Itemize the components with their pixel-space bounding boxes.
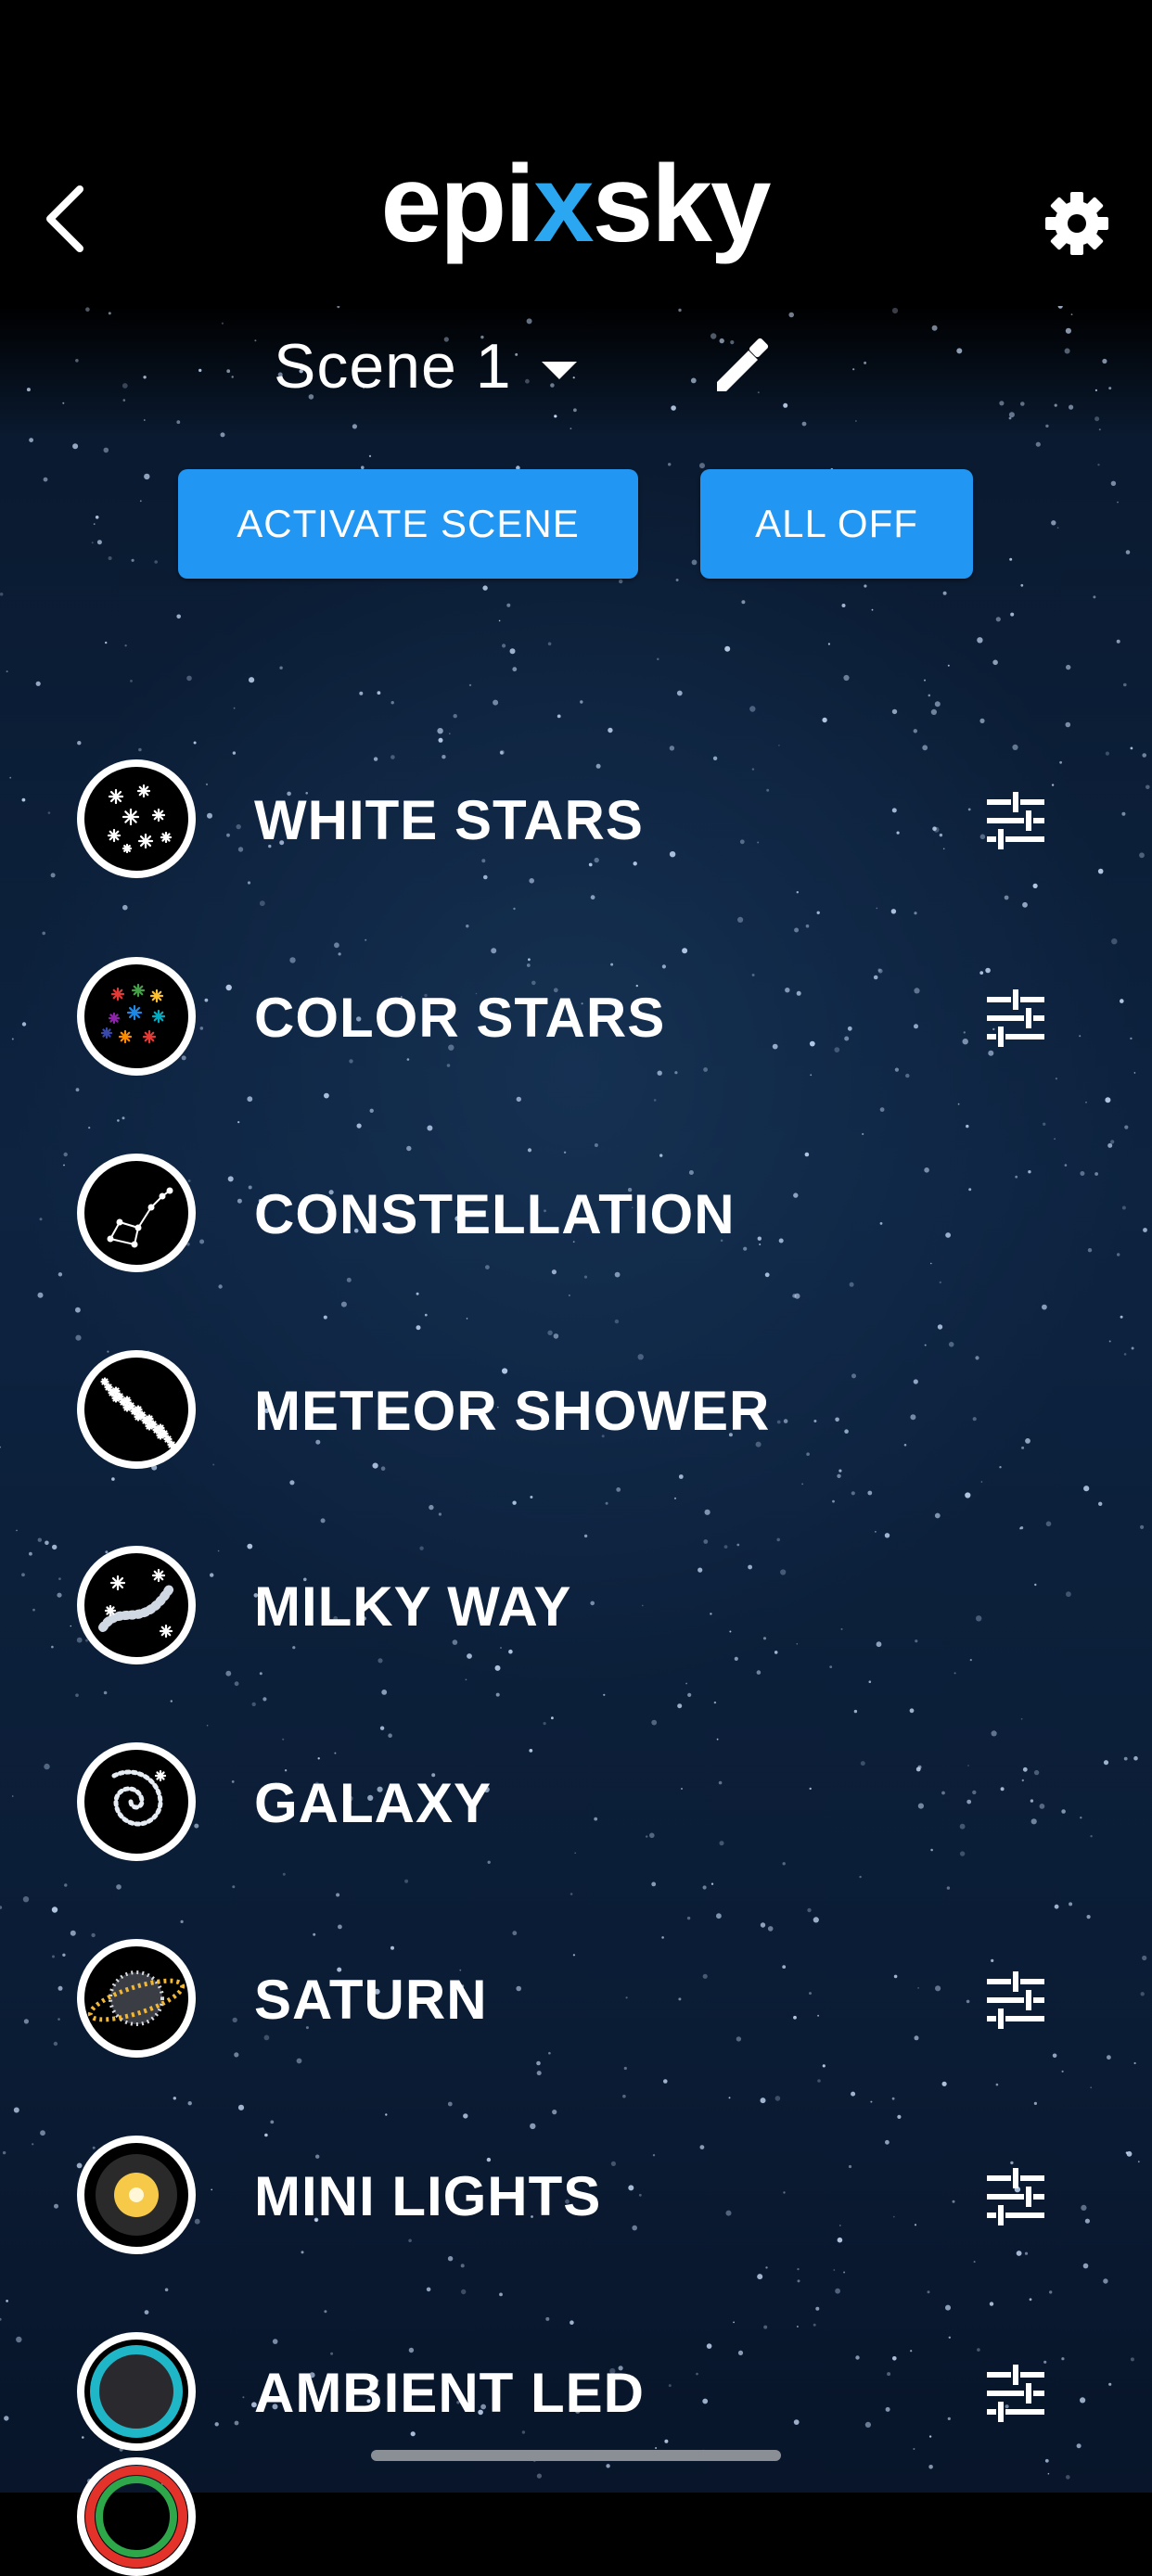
effect-label: WHITE STARS [254,789,644,851]
ambient-led-icon[interactable] [77,2332,196,2451]
galaxy-icon[interactable] [77,1742,196,1861]
constellation-icon[interactable] [77,1154,196,1272]
scene-selector[interactable]: Scene 1 [274,325,577,408]
next-effect-icon [77,2457,196,2576]
logo-accent: x [533,148,594,265]
effect-row-meteor-shower[interactable]: METEOR SHOWER [0,1323,1152,1499]
white-stars-icon[interactable] [77,759,196,878]
effect-label: SATURN [254,1969,488,2031]
sliders-settings-icon[interactable] [985,790,1046,851]
mini-lights-icon[interactable] [77,2136,196,2254]
effect-label: GALAXY [254,1772,493,1834]
effect-label: MINI LIGHTS [254,2165,602,2227]
color-stars-icon[interactable] [77,957,196,1076]
all-off-button[interactable]: ALL OFF [700,469,973,579]
effect-row-saturn[interactable]: SATURN [0,1912,1152,2088]
svg-text:epixsky: epixsky [380,148,770,265]
logo-prefix: epi [380,148,533,265]
effect-row-white-stars[interactable]: WHITE STARS [0,733,1152,909]
effect-row-galaxy[interactable]: GALAXY [0,1715,1152,1892]
effect-label: COLOR STARS [254,987,666,1049]
effect-row-color-stars[interactable]: COLOR STARS [0,930,1152,1106]
gear-icon[interactable] [1043,190,1110,257]
home-indicator [371,2450,781,2461]
sliders-settings-icon[interactable] [985,2166,1046,2227]
sliders-settings-icon[interactable] [985,1970,1046,2031]
pencil-edit-icon[interactable] [710,334,774,399]
effect-label: METEOR SHOWER [254,1380,771,1442]
effect-label: CONSTELLATION [254,1183,736,1245]
effect-row-constellation[interactable]: CONSTELLATION [0,1127,1152,1303]
effect-row-mini-lights[interactable]: MINI LIGHTS [0,2109,1152,2285]
app-header: epixsky [0,0,1152,306]
sliders-settings-icon[interactable] [985,2363,1046,2424]
epixsky-logo: epixsky [380,148,772,265]
sliders-settings-icon[interactable] [985,988,1046,1049]
scene-name: Scene 1 [274,331,512,402]
activate-scene-button[interactable]: ACTIVATE SCENE [178,469,638,579]
back-chevron-icon[interactable] [37,182,93,256]
logo-suffix: sky [593,148,771,265]
effect-row-milky-way[interactable]: MILKY WAY [0,1519,1152,1695]
effect-label: MILKY WAY [254,1575,572,1638]
saturn-icon[interactable] [77,1939,196,2058]
milky-way-icon[interactable] [77,1546,196,1664]
caret-down-icon [541,361,577,379]
meteor-shower-icon[interactable] [77,1350,196,1469]
effect-label: AMBIENT LED [254,2362,645,2424]
